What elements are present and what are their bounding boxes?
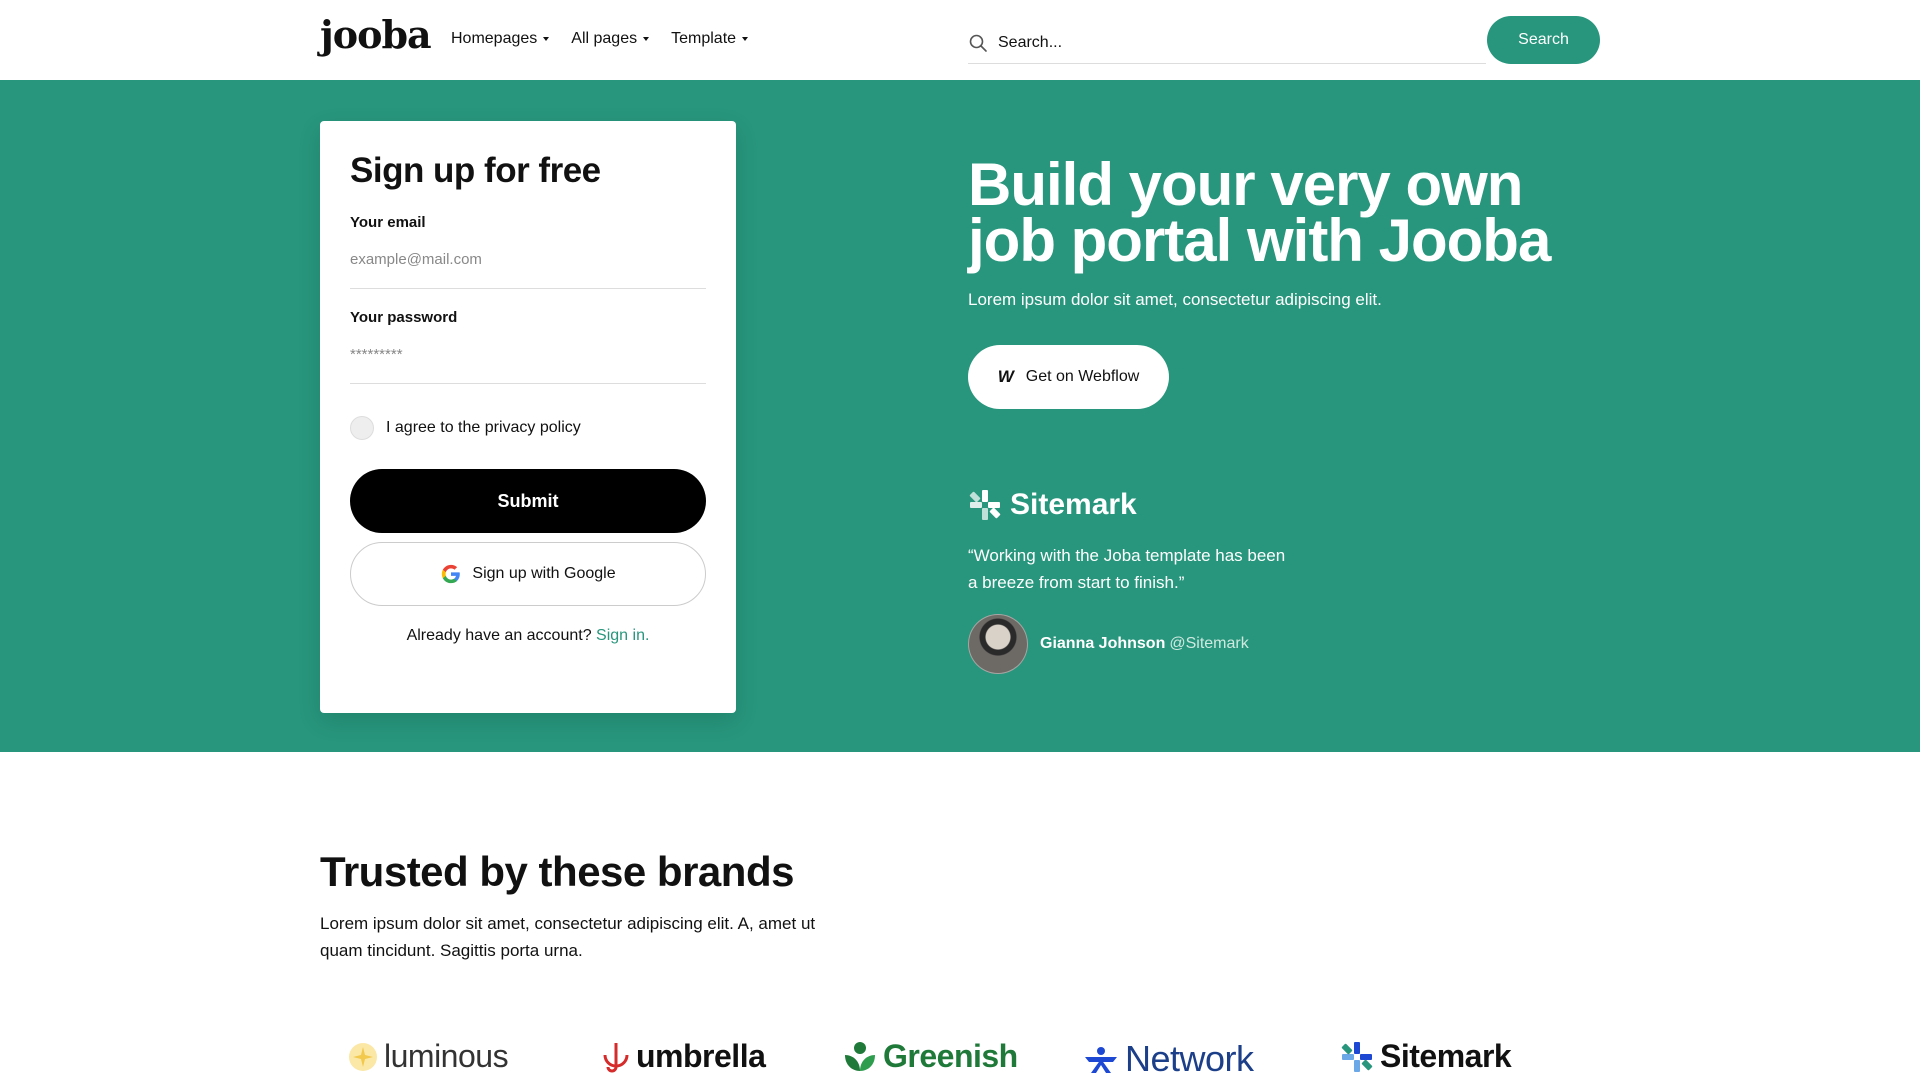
get-on-webflow-label: Get on Webflow [1025,368,1140,385]
nav-template-label: Template [671,30,737,47]
privacy-checkbox[interactable] [350,416,374,440]
testimonial-brand-name: Sitemark [1010,488,1137,521]
email-field[interactable] [350,231,706,289]
google-signup-button[interactable]: Sign up with Google [350,542,706,606]
main-menu: Homepages All pages Template [451,30,749,48]
search-icon [969,34,987,52]
nav-template-dropdown[interactable]: Template [671,30,749,48]
webflow-icon: W [997,367,1014,386]
hero-headline: Build your very own job portal with Joob… [968,151,1551,274]
signup-card: Sign up for free Your email Your passwor… [320,121,736,713]
umbrella-icon [603,1042,629,1072]
signin-link[interactable]: Sign in. [596,627,649,644]
luminous-icon [349,1042,377,1071]
email-label: Your email [350,214,426,231]
author-name: Gianna Johnson [1040,635,1166,652]
google-signup-label: Sign up with Google [472,565,616,582]
sitemark-asterisk-icon [969,490,1001,520]
search-bar [968,22,1486,64]
already-text: Already have an account? [406,627,592,644]
search-button[interactable]: Search [1487,16,1600,64]
brand-umbrella: umbrella [602,1038,766,1075]
brand-network: Network [1083,1038,1254,1080]
author-handle: @Sitemark [1169,635,1249,652]
testimonial-brand-logo: Sitemark [968,488,1137,522]
brand-greenish: Greenish [843,1038,1018,1075]
sitemark-asterisk-icon [1341,1041,1373,1072]
brands-title: Trusted by these brands [320,848,794,895]
avatar [968,614,1028,674]
signin-prompt: Already have an account? Sign in. [350,627,706,645]
search-input[interactable] [998,33,1486,52]
brand-luminous-label: luminous [384,1038,509,1074]
privacy-agree-label: I agree to the privacy policy [386,419,581,436]
nav-homepages-label: Homepages [451,30,538,47]
network-icon [1085,1047,1117,1073]
testimonial-quote: “Working with the Joba template has been… [968,546,1286,592]
greenish-leaf-icon [845,1041,875,1071]
brand-greenish-label: Greenish [883,1038,1018,1074]
password-field[interactable] [350,326,706,384]
nav-all-pages-dropdown[interactable]: All pages [571,30,650,48]
password-label: Your password [350,309,458,326]
google-icon [442,564,461,584]
brands-description: Lorem ipsum dolor sit amet, consectetur … [320,914,816,960]
testimonial-author: Gianna Johnson @Sitemark [968,614,1249,674]
top-nav: jooba Homepages All pages Template Searc… [0,0,1920,80]
hero-headline-line2: job portal with Jooba [968,207,1551,274]
signup-title: Sign up for free [350,151,601,190]
brand-umbrella-label: umbrella [636,1038,766,1074]
brand-logos: luminous umbrella Greenish Network Sitem… [320,1038,1610,1080]
privacy-agree-row: I agree to the privacy policy [350,416,706,440]
submit-button[interactable]: Submit [350,469,706,533]
brand-network-label: Network [1125,1038,1254,1079]
nav-all-pages-label: All pages [571,30,638,47]
get-on-webflow-button[interactable]: W Get on Webflow [968,345,1169,409]
brand-luminous: luminous [348,1038,509,1075]
hero-headline-line1: Build your very own [968,151,1523,218]
hero-section [0,80,1920,752]
nav-homepages-dropdown[interactable]: Homepages [451,30,550,48]
site-logo[interactable]: jooba [320,12,432,57]
brand-sitemark: Sitemark [1340,1038,1512,1075]
hero-subline: Lorem ipsum dolor sit amet, consectetur … [968,290,1382,309]
caret-down-icon [643,37,650,41]
caret-down-icon [742,37,749,41]
caret-down-icon [543,37,550,41]
brand-sitemark-label: Sitemark [1380,1038,1512,1074]
